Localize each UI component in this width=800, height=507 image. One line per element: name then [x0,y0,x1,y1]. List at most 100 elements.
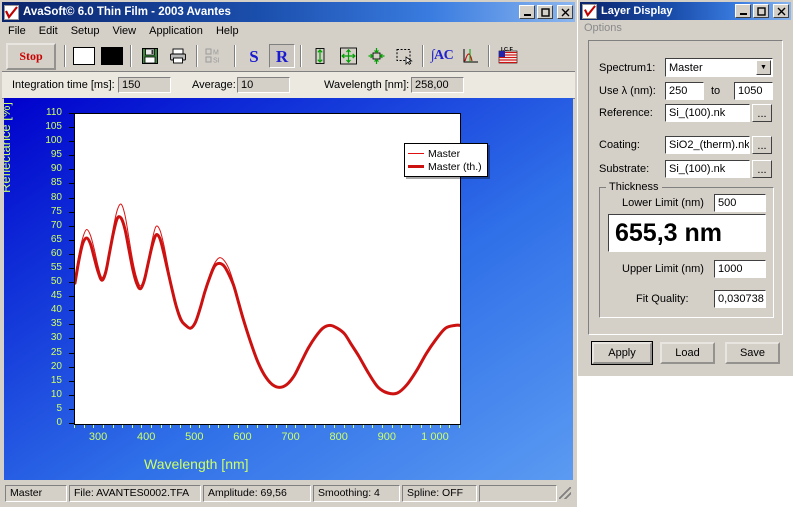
save-button[interactable] [137,44,163,68]
main-window-controls [519,5,573,19]
reflectance-r-button[interactable]: R [269,44,295,68]
layer-minimize-button[interactable] [735,4,751,18]
minimize-button[interactable] [519,5,535,19]
zoom-fit-button[interactable] [335,44,361,68]
legend-swatch-master [408,152,424,155]
substrate-input[interactable]: Si_(100).nk [665,160,750,178]
y-tick-label: 70 [50,219,62,231]
upper-limit-input[interactable]: 1000 [714,260,766,278]
stop-button[interactable]: Stop [6,42,56,70]
multi-si-button[interactable]: M SI [203,44,229,68]
status-bar: Master File: AVANTES0002.TFA Amplitude: … [4,483,573,503]
status-file: File: AVANTES0002.TFA [69,484,201,502]
y-tick-label: 15 [50,374,62,386]
svg-text:I.C.F: I.C.F [501,47,514,53]
series-line [75,215,460,396]
select-region-button[interactable] [391,44,417,68]
menu-item-file[interactable]: File [8,25,26,37]
apply-button[interactable]: Apply [591,341,653,365]
layer-window-controls [735,4,789,18]
y-tick-label: 95 [50,149,62,161]
lambda-to-input[interactable]: 1050 [734,82,773,100]
menu-item-options[interactable]: Options [584,22,622,34]
white-reference-button[interactable] [71,44,97,68]
menu-item-help[interactable]: Help [216,25,239,37]
peak-graph-icon [463,49,478,63]
integration-time-input[interactable]: 150 [118,77,171,93]
toolbar-separator [422,45,424,67]
avasoft-checkmark-icon [4,4,19,20]
integrate-ac-button[interactable]: ∫AC [429,44,455,68]
letter-r-icon: R [275,46,289,66]
y-tick-label: 30 [50,332,62,344]
load-button[interactable]: Load [660,342,715,364]
toolbar-separator [234,45,236,67]
layer-display-window: Layer Display Options Spectrum1: Master [578,0,793,376]
reference-input[interactable]: Si_(100).nk [665,104,750,122]
fit-quality-value: 0,030738 [714,290,766,308]
upper-limit-label: Upper Limit (nm) [622,263,704,275]
reference-browse-button[interactable]: ... [752,104,772,122]
y-tick-label: 100 [45,135,62,147]
legend-label-master: Master [428,147,461,160]
lower-limit-input[interactable]: 500 [714,194,766,212]
series-line [75,203,460,395]
white-swatch-icon [73,47,95,65]
average-input[interactable]: 10 [237,77,290,93]
lower-limit-label: Lower Limit (nm) [622,197,704,209]
wavelength-label: Wavelength [nm]: [324,79,410,91]
y-tick-label: 85 [50,177,62,189]
coating-browse-button[interactable]: ... [752,136,772,154]
layer-titlebar[interactable]: Layer Display [580,2,791,20]
zoom-out-button[interactable] [363,44,389,68]
reference-label: Reference: [599,107,653,119]
print-button[interactable] [165,44,191,68]
integration-time-label: Integration time [ms]: [12,79,115,91]
y-tick-label: 25 [50,346,62,358]
layer-close-button[interactable] [773,4,789,18]
icf-button[interactable]: I.C.F [495,44,521,68]
main-titlebar[interactable]: AvaSoft© 6.0 Thin Film - 2003 Avantes [2,2,575,22]
toolbar-separator [300,45,302,67]
y-axis-label: Reflectance [%] [4,101,13,193]
x-tick-label: 900 [377,431,396,443]
coating-input[interactable]: SiO2_(therm).nk [665,136,750,154]
status-amplitude: Amplitude: 69,56 [203,484,311,502]
spectrum-select[interactable]: Master ▼ [665,58,773,77]
scale-vertical-button[interactable] [307,44,333,68]
scope-s-button[interactable]: S [241,44,267,68]
fit-quality-label: Fit Quality: [636,293,689,305]
layer-window-title: Layer Display [601,5,673,17]
dark-reference-button[interactable] [99,44,125,68]
wavelength-input[interactable]: 258,00 [411,77,464,93]
plot-area[interactable] [74,113,461,425]
peak-graph-button[interactable] [457,44,483,68]
integral-ac-icon: ∫AC [430,48,454,63]
y-tick-label: 75 [50,205,62,217]
menu-item-view[interactable]: View [112,25,136,37]
x-tick-label: 500 [185,431,204,443]
save-button[interactable]: Save [725,342,780,364]
x-tick-label: 800 [329,431,348,443]
plot-lines [75,203,460,396]
maximize-button[interactable] [537,5,553,19]
y-tick-label: 105 [45,121,62,133]
close-button[interactable] [557,5,573,19]
lambda-from-input[interactable]: 250 [665,82,704,100]
parameters-bar: Integration time [ms]: 150 Average: 10 W… [2,72,575,99]
substrate-browse-button[interactable]: ... [752,160,772,178]
resize-grip[interactable] [559,487,571,499]
menu-item-application[interactable]: Application [149,25,203,37]
floppy-disk-icon [142,48,158,64]
avasoft-main-window: AvaSoft© 6.0 Thin Film - 2003 Avantes Fi… [0,0,577,507]
spectrum-chart[interactable]: Reflectance [%] Wavelength [nm] 0 5 10 15 20… [4,98,573,480]
layer-menubar: Options [580,20,791,35]
multi-spectra-icon: M SI [205,48,220,65]
lambda-to-label: to [711,85,721,97]
chevron-down-icon[interactable]: ▼ [756,60,771,75]
substrate-label: Substrate: [599,163,650,175]
x-tick-label: 300 [88,431,108,443]
menu-item-setup[interactable]: Setup [71,25,100,37]
layer-maximize-button[interactable] [753,4,769,18]
menu-item-edit[interactable]: Edit [39,25,58,37]
